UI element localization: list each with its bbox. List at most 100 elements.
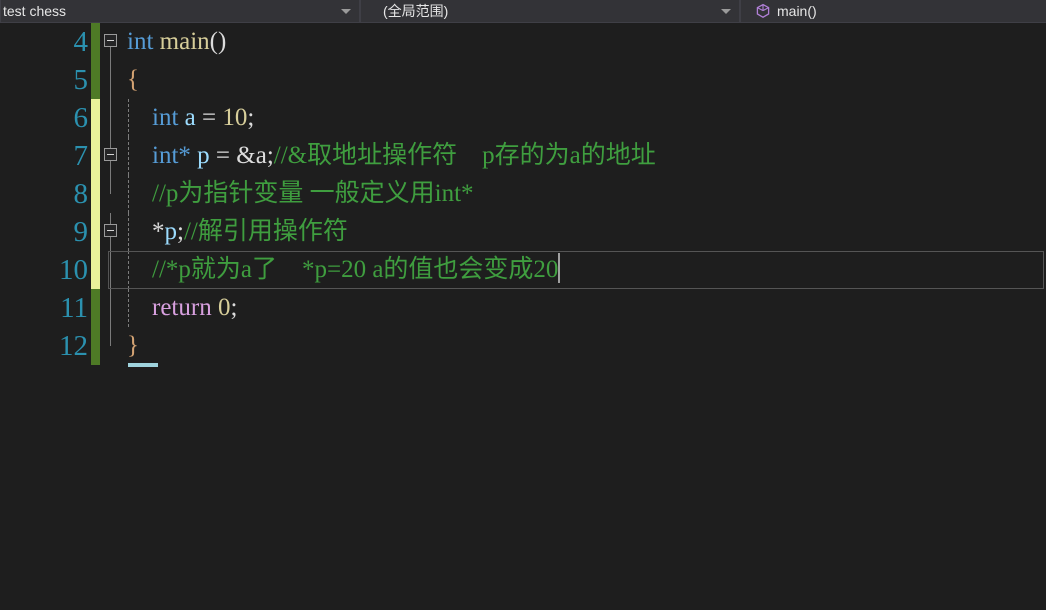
code-line-text[interactable]: int main() <box>122 23 1046 61</box>
project-selector-value: test chess <box>3 3 67 19</box>
chevron-down-icon[interactable] <box>341 9 351 14</box>
code-line[interactable]: 6 int a = 10; <box>0 99 1046 137</box>
line-number: 9 <box>73 216 89 248</box>
code-token-brace: } <box>127 332 139 359</box>
code-token-kw: int <box>152 142 179 169</box>
folding-column[interactable] <box>100 213 122 251</box>
change-indicator-unsaved <box>91 137 100 175</box>
code-line-text[interactable]: return 0; <box>122 289 1046 327</box>
scope-selector-value: (全局范围) <box>383 3 449 19</box>
block-end-underline <box>128 363 158 367</box>
code-line[interactable]: 12} <box>0 327 1046 367</box>
code-token-num: 10 <box>222 104 248 131</box>
indent-guide <box>128 175 129 213</box>
code-token-var: a <box>184 104 196 131</box>
code-line-text[interactable]: int* p = &a;//&取地址操作符 p存的为a的地址 <box>122 137 1046 175</box>
code-line-text[interactable]: //*p就为a了 *p=20 a的值也会变成20 <box>122 251 1046 289</box>
folding-column[interactable] <box>100 23 122 61</box>
line-number: 8 <box>73 178 89 210</box>
code-token-cmt: //p为指针变量 一般定义用int* <box>152 180 474 207</box>
folding-column[interactable] <box>100 289 122 327</box>
code-token-plain: = <box>209 142 237 169</box>
line-number: 6 <box>73 102 89 134</box>
change-indicator-saved <box>91 289 100 327</box>
change-indicator-unsaved <box>91 99 100 137</box>
indent-guide <box>128 289 129 327</box>
indent-guide <box>128 99 129 137</box>
code-token-plain: * <box>152 218 165 245</box>
fold-guide-line <box>110 289 111 327</box>
text-caret <box>558 253 561 283</box>
code-line[interactable]: 10 //*p就为a了 *p=20 a的值也会变成20 <box>0 251 1046 289</box>
code-token-cmt: //&取地址操作符 p存的为a的地址 <box>273 142 656 169</box>
folding-column[interactable] <box>100 327 122 365</box>
fold-guide-line <box>110 327 111 346</box>
code-line-text[interactable]: //p为指针变量 一般定义用int* <box>122 175 1046 213</box>
change-indicator-saved <box>91 327 100 365</box>
line-number: 11 <box>60 292 88 324</box>
collapse-minus-icon[interactable] <box>104 224 117 237</box>
fold-guide-line <box>110 99 111 137</box>
indent-guide <box>128 251 129 289</box>
code-token-plain: ; <box>266 142 274 169</box>
code-token-plain: () <box>209 28 227 55</box>
code-token-kw: int <box>127 28 154 55</box>
scope-selector-combobox[interactable]: (全局范围) <box>360 0 740 22</box>
code-token-plain: ; <box>177 218 184 245</box>
line-number: 7 <box>73 140 89 172</box>
code-line[interactable]: 9 *p;//解引用操作符 <box>0 213 1046 251</box>
collapse-minus-icon[interactable] <box>104 148 117 161</box>
change-indicator-unsaved <box>91 213 100 251</box>
code-line-text[interactable]: *p;//解引用操作符 <box>122 213 1046 251</box>
change-indicator-unsaved <box>91 175 100 213</box>
code-token-num: 0 <box>217 294 231 321</box>
code-line[interactable]: 5{ <box>0 61 1046 99</box>
code-line[interactable]: 8 //p为指针变量 一般定义用int* <box>0 175 1046 213</box>
folding-column[interactable] <box>100 137 122 175</box>
line-number: 5 <box>73 64 89 96</box>
fold-guide-line <box>110 251 111 289</box>
code-token-plain: = <box>195 104 223 131</box>
line-number: 4 <box>73 26 89 58</box>
folding-column[interactable] <box>100 251 122 289</box>
code-line[interactable]: 11 return 0; <box>0 289 1046 327</box>
collapse-minus-icon[interactable] <box>104 34 117 47</box>
code-token-plain: ; <box>247 104 255 131</box>
code-token-kw: int <box>152 104 179 131</box>
indent-guide <box>128 213 129 251</box>
change-indicator-saved <box>91 23 100 61</box>
code-token-plain: &a <box>236 142 267 169</box>
line-number: 10 <box>59 254 88 286</box>
change-indicator-saved <box>91 61 100 99</box>
folding-column[interactable] <box>100 61 122 99</box>
code-editor-surface[interactable]: 4 int main() 5{6 int a = 10; 7 int* p = &a;… <box>0 23 1046 610</box>
code-token-plain: ; <box>230 294 238 321</box>
code-line-text[interactable]: } <box>122 327 1046 365</box>
project-selector-combobox[interactable]: test chess <box>0 0 360 22</box>
code-token-var: p <box>164 218 178 245</box>
chevron-down-icon[interactable] <box>721 9 731 14</box>
indent-guide <box>128 137 129 175</box>
code-line[interactable]: 7 int* p = &a;//&取地址操作符 p存的为a的地址 <box>0 137 1046 175</box>
code-token-cmt: //解引用操作符 <box>183 218 348 245</box>
code-token-cmt: //*p就为a了 *p=20 a的值也会变成20 <box>152 256 559 283</box>
code-token-kw-ctrl: return <box>152 294 212 321</box>
code-line-text[interactable]: int a = 10; <box>122 99 1046 137</box>
folding-column[interactable] <box>100 99 122 137</box>
code-token-kw: * <box>178 142 191 169</box>
code-line-text[interactable]: { <box>122 61 1046 99</box>
code-line[interactable]: 4 int main() <box>0 23 1046 61</box>
code-token-var: p <box>197 142 210 169</box>
member-selector-value: main() <box>777 3 817 19</box>
change-indicator-unsaved <box>91 251 100 289</box>
member-selector-combobox[interactable]: main() <box>740 0 1046 22</box>
editor-navigation-bar: test chess (全局范围) main() <box>0 0 1046 23</box>
folding-column[interactable] <box>100 175 122 213</box>
fold-guide-line <box>110 175 111 194</box>
code-token-brace: { <box>127 66 139 93</box>
